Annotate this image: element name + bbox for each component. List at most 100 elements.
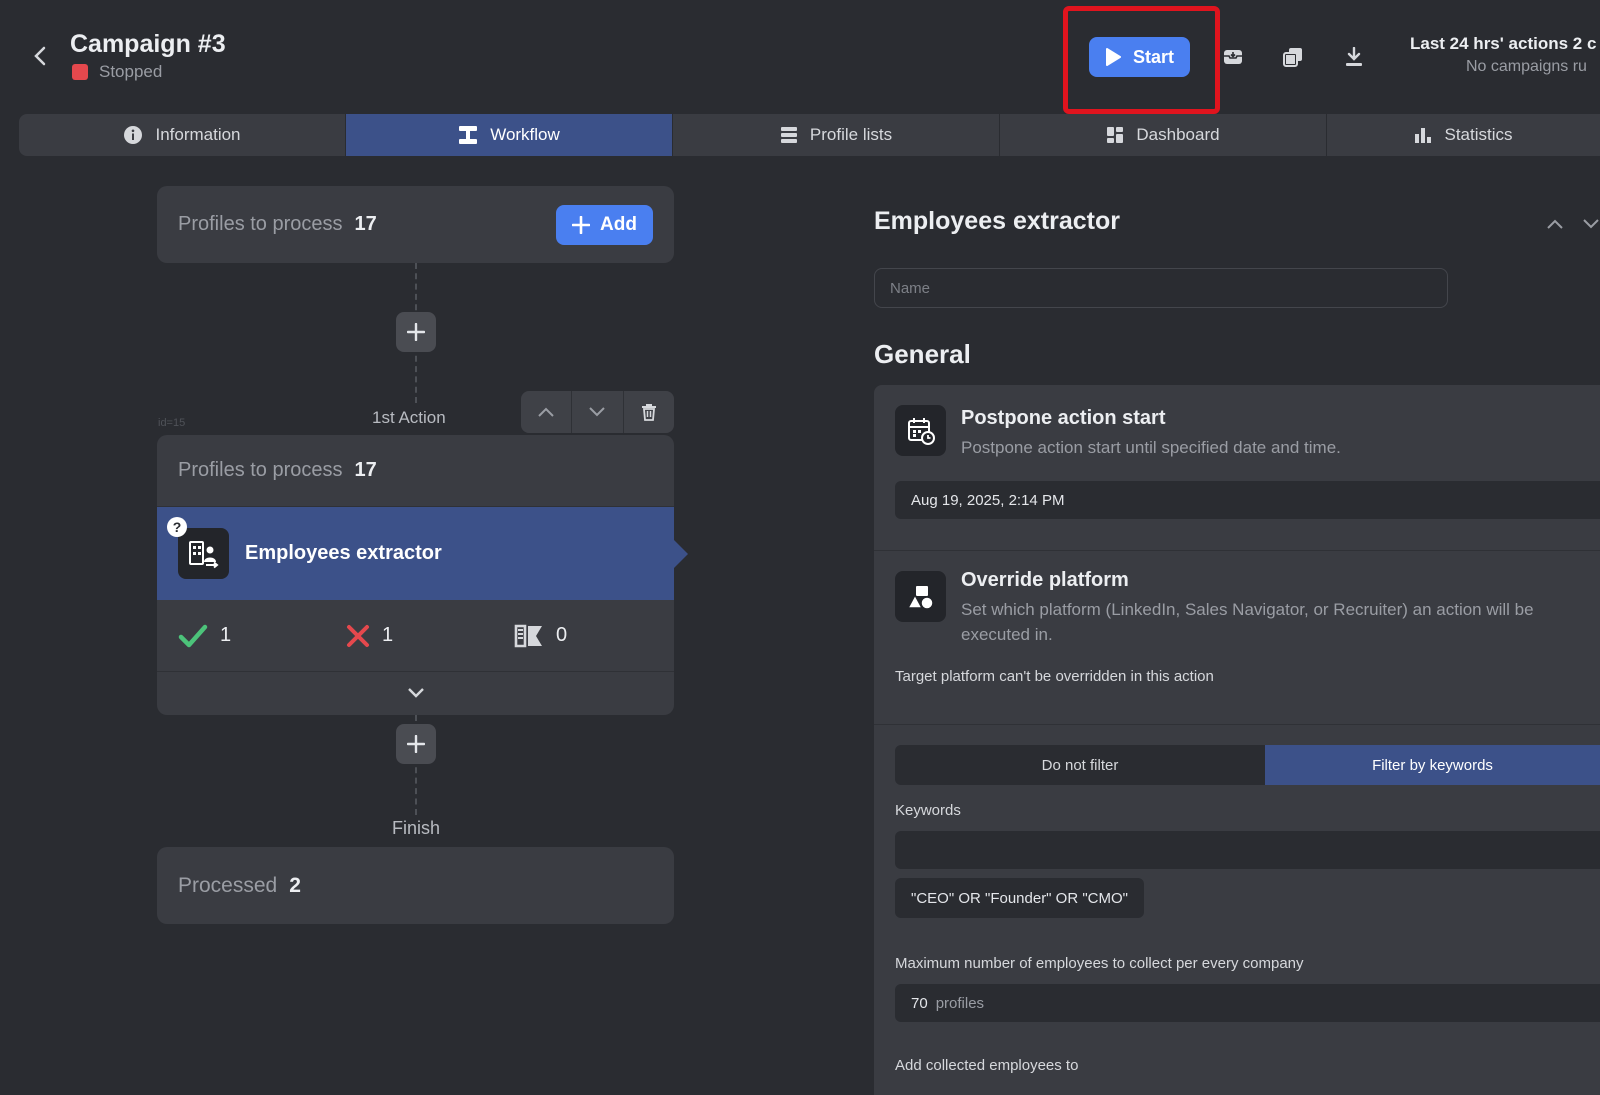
keyword-chip[interactable]: "CEO" OR "Founder" OR "CMO" <box>895 878 1144 918</box>
action-stats: 1 1 0 <box>157 600 674 672</box>
actions-summary-line2: No campaigns ru <box>1466 58 1587 75</box>
move-down-button[interactable] <box>572 391 624 433</box>
action-name-input[interactable] <box>874 268 1448 308</box>
max-employees-label: Maximum number of employees to collect p… <box>895 955 1304 972</box>
export-button[interactable] <box>1341 44 1367 70</box>
skipped-stat: 0 <box>514 622 567 650</box>
status-indicator <box>72 64 88 80</box>
action-settings-title: Employees extractor <box>874 207 1120 235</box>
tab-statistics[interactable]: Statistics <box>1327 114 1600 156</box>
action-controls <box>521 391 674 433</box>
tab-dashboard[interactable]: Dashboard <box>1000 114 1327 156</box>
tab-dashboard-label: Dashboard <box>1136 125 1220 144</box>
postpone-date-field[interactable]: Aug 19, 2025, 2:14 PM <box>895 481 1600 519</box>
success-stat: 1 <box>178 624 346 648</box>
shapes-icon <box>895 571 946 622</box>
insert-action-button[interactable] <box>396 724 436 764</box>
failed-count: 1 <box>382 624 394 646</box>
play-icon <box>1105 48 1121 66</box>
tab-workflow[interactable]: Workflow <box>346 114 673 156</box>
bar-chart-icon <box>1415 128 1432 143</box>
max-employees-unit: profiles <box>935 994 985 1012</box>
failed-stat: 1 <box>346 624 514 648</box>
success-count: 1 <box>220 624 232 646</box>
action-profiles-label: Profiles to process <box>178 459 343 481</box>
add-profiles-label: Add <box>600 214 637 235</box>
insert-action-button[interactable] <box>396 312 436 352</box>
move-up-button[interactable] <box>521 391 573 433</box>
start-button[interactable]: Start <box>1089 37 1190 77</box>
general-heading: General <box>874 339 971 369</box>
start-label: Start <box>1132 46 1174 67</box>
tab-information[interactable]: Information <box>19 114 346 156</box>
tab-profile-lists-label: Profile lists <box>809 125 893 144</box>
start-node-label: Profiles to process <box>178 213 343 235</box>
next-action-button[interactable] <box>1582 212 1600 236</box>
plus-icon <box>407 735 425 753</box>
postpone-section: Postpone action start Postpone action st… <box>874 385 1600 551</box>
duplicate-button[interactable] <box>1280 44 1306 70</box>
actions-summary: Last 24 hrs' actions 2 c No campaigns ru <box>1410 34 1600 76</box>
copy-icon <box>1283 48 1302 67</box>
plus-icon <box>407 323 425 341</box>
keywords-input[interactable] <box>895 831 1600 869</box>
finish-node: Processed 2 <box>157 847 674 924</box>
tab-statistics-label: Statistics <box>1444 125 1513 144</box>
postpone-title: Postpone action start <box>961 407 1166 429</box>
add-collected-label: Add collected employees to <box>895 1057 1079 1074</box>
chevron-down-icon <box>407 688 424 698</box>
cross-icon <box>347 624 369 647</box>
selected-action[interactable]: ? Employees extractor <box>157 507 688 600</box>
selected-pointer <box>674 540 688 568</box>
campaign-title: Campaign #3 <box>70 30 226 58</box>
processed-count: 2 <box>289 873 301 897</box>
override-title: Override platform <box>961 569 1129 591</box>
action-id: id=15 <box>158 417 186 429</box>
start-node-count: 17 <box>354 213 377 235</box>
processed-label: Processed <box>178 873 278 897</box>
chevron-down-icon <box>1583 219 1599 229</box>
chevron-up-icon <box>538 407 554 417</box>
back-button[interactable] <box>28 40 52 72</box>
actions-summary-line1: Last 24 hrs' actions 2 c <box>1410 34 1597 53</box>
filter-keywords-option[interactable]: Filter by keywords <box>1265 745 1600 785</box>
download-icon <box>1346 47 1362 66</box>
expand-action-button[interactable] <box>157 672 674 714</box>
prev-action-button[interactable] <box>1543 212 1567 236</box>
max-employees-input[interactable]: 70 profiles <box>895 984 1600 1022</box>
tab-workflow-label: Workflow <box>490 125 560 144</box>
delete-action-button[interactable] <box>624 391 674 433</box>
override-platform-section: Override platform Set which platform (Li… <box>874 551 1600 725</box>
tab-profile-lists[interactable]: Profile lists <box>673 114 1000 156</box>
archive-button[interactable] <box>1220 44 1246 70</box>
override-note: Target platform can't be overridden in t… <box>895 668 1214 685</box>
action-profiles-count: 17 <box>354 459 377 481</box>
add-profiles-button[interactable]: Add <box>556 205 653 245</box>
start-node: Profiles to process 17 Add <box>157 186 674 263</box>
action-node: Profiles to process 17 ? Employees extra… <box>157 435 688 715</box>
action-order-label: 1st Action <box>372 408 446 427</box>
list-icon <box>780 127 797 143</box>
plus-icon <box>572 216 591 234</box>
chevron-up-icon <box>1547 219 1563 229</box>
status-label: Stopped <box>99 62 163 81</box>
skipped-count: 0 <box>556 624 568 646</box>
employees-extractor-icon <box>178 528 229 579</box>
override-description: Set which platform (LinkedIn, Sales Navi… <box>961 600 1534 644</box>
general-settings-panel: Postpone action start Postpone action st… <box>874 385 1600 1095</box>
dashboard-icon <box>1107 127 1124 143</box>
chevron-left-icon <box>34 46 46 66</box>
no-filter-option[interactable]: Do not filter <box>895 745 1265 785</box>
chevron-down-icon <box>589 407 606 417</box>
help-icon[interactable]: ? <box>167 517 187 537</box>
skipped-icon <box>514 624 542 647</box>
keywords-label: Keywords <box>895 802 961 819</box>
tab-bar: Information Workflow Profile lists Dashb… <box>19 114 1600 156</box>
archive-icon <box>1224 50 1242 64</box>
info-icon <box>124 126 143 144</box>
check-icon <box>178 624 208 647</box>
action-profiles-row: Profiles to process 17 <box>157 435 674 507</box>
tab-information-label: Information <box>155 125 241 144</box>
workflow-icon <box>459 126 478 144</box>
trash-icon <box>641 404 656 421</box>
